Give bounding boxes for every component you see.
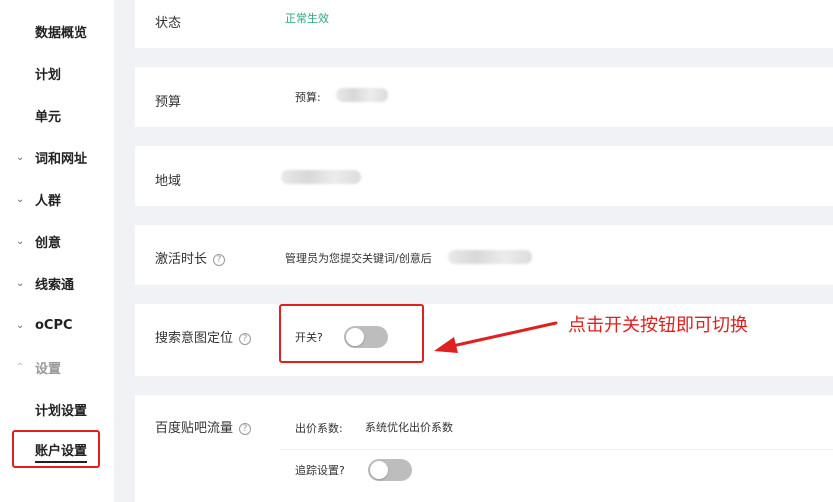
sidebar-item-settings[interactable]: ⌃ 设置 bbox=[0, 352, 114, 382]
sidebar-item-label: 设置 bbox=[35, 361, 62, 377]
sidebar-item-label: oCPC bbox=[35, 317, 73, 333]
sidebar-item-plan-settings[interactable]: 计划设置 bbox=[0, 394, 114, 424]
tieba-traffic-row: 百度贴吧流量? bbox=[135, 395, 833, 502]
sidebar-item-plan[interactable]: 计划 bbox=[0, 58, 114, 88]
bid-coefficient-label: 出价系数: bbox=[295, 422, 343, 435]
sidebar-item-ocpc[interactable]: ⌄ oCPC bbox=[0, 310, 114, 340]
sidebar-item-label: 单元 bbox=[35, 109, 62, 125]
sidebar-item-data-overview[interactable]: 数据概览 bbox=[0, 16, 114, 46]
region-value-redacted bbox=[281, 170, 361, 184]
chevron-down-icon: ⌄ bbox=[16, 151, 25, 163]
chevron-down-icon: ⌄ bbox=[16, 193, 25, 205]
sidebar-item-keywords-urls[interactable]: ⌄ 词和网址 bbox=[0, 142, 114, 172]
budget-prefix: 预算: bbox=[295, 91, 321, 104]
help-icon[interactable]: ? bbox=[339, 464, 345, 477]
tracking-setting-label: 追踪设置 bbox=[295, 464, 339, 477]
chevron-down-icon: ⌄ bbox=[16, 235, 25, 247]
budget-row: 预算 bbox=[135, 67, 833, 127]
tieba-traffic-title-label: 百度贴吧流量 bbox=[155, 421, 234, 436]
tracking-setting-toggle[interactable] bbox=[368, 459, 412, 481]
bid-coefficient-value: 系统优化出价系数 bbox=[365, 421, 453, 434]
sidebar-item-label: 词和网址 bbox=[35, 151, 88, 167]
sidebar-item-leads[interactable]: ⌄ 线索通 bbox=[0, 268, 114, 298]
sidebar-item-audience[interactable]: ⌄ 人群 bbox=[0, 184, 114, 214]
sidebar-item-creative[interactable]: ⌄ 创意 bbox=[0, 226, 114, 256]
help-icon[interactable]: ? bbox=[239, 333, 252, 345]
status-title: 状态 bbox=[155, 16, 182, 31]
sidebar-item-label: 线索通 bbox=[35, 277, 75, 293]
status-value: 正常生效 bbox=[285, 12, 329, 25]
chevron-up-icon: ⌃ bbox=[16, 361, 25, 373]
tracking-setting-row: 追踪设置? bbox=[295, 462, 345, 478]
activation-title-label: 激活时长 bbox=[155, 252, 208, 267]
switch-highlight-box bbox=[279, 304, 424, 363]
sidebar-item-label: 计划 bbox=[35, 67, 62, 83]
divider bbox=[280, 449, 833, 450]
sidebar-item-label: 人群 bbox=[35, 193, 62, 209]
help-icon[interactable]: ? bbox=[213, 254, 226, 266]
annotation-arrow bbox=[434, 321, 558, 353]
toggle-knob bbox=[370, 461, 388, 479]
annotation-text: 点击开关按钮即可切换 bbox=[568, 315, 748, 336]
sidebar-item-unit[interactable]: 单元 bbox=[0, 100, 114, 130]
sidebar-item-label: 计划设置 bbox=[35, 403, 88, 419]
search-intent-title-label: 搜索意图定位 bbox=[155, 331, 234, 346]
chevron-down-icon: ⌄ bbox=[16, 319, 25, 331]
search-intent-title: 搜索意图定位? bbox=[155, 327, 252, 346]
activation-text: 管理员为您提交关键词/创意后 bbox=[285, 252, 432, 265]
budget-title: 预算 bbox=[155, 95, 182, 110]
activation-value-redacted bbox=[448, 250, 532, 264]
activation-title: 激活时长? bbox=[155, 248, 226, 267]
sidebar: 数据概览 计划 单元 ⌄ 词和网址 ⌄ 人群 ⌄ 创意 ⌄ 线索通 ⌄ oCPC… bbox=[0, 0, 114, 502]
region-title: 地域 bbox=[155, 174, 182, 189]
sidebar-item-label: 数据概览 bbox=[35, 25, 88, 41]
tieba-traffic-title: 百度贴吧流量? bbox=[155, 417, 252, 436]
sidebar-item-label: 创意 bbox=[35, 235, 62, 251]
status-row: 状态 bbox=[135, 0, 833, 48]
account-settings-highlight bbox=[12, 430, 100, 468]
help-icon[interactable]: ? bbox=[239, 423, 252, 435]
region-row: 地域 bbox=[135, 146, 833, 206]
chevron-down-icon: ⌄ bbox=[16, 277, 25, 289]
budget-value-redacted bbox=[336, 88, 388, 102]
